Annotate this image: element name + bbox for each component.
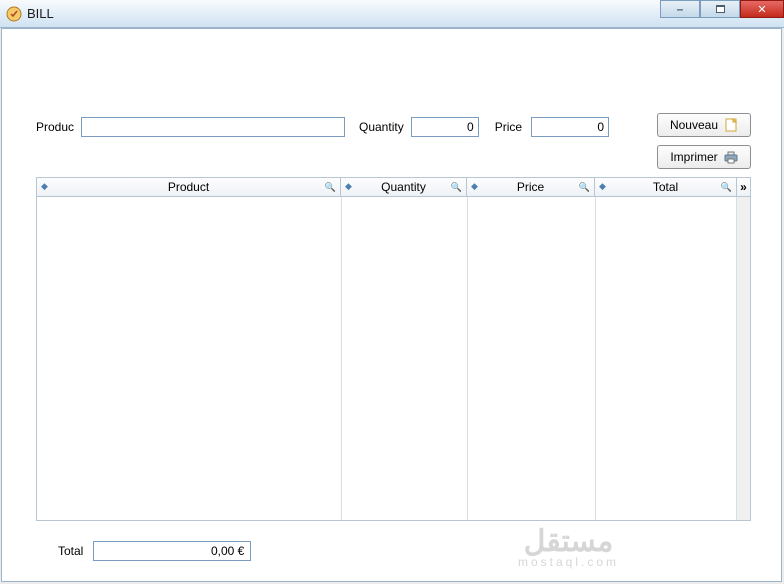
sort-icon: ◆ [41, 181, 48, 192]
new-button[interactable]: Nouveau [657, 113, 751, 137]
filter-icon[interactable]: 🔍 [579, 182, 590, 193]
filter-icon[interactable]: 🔍 [325, 182, 336, 193]
column-divider [341, 197, 342, 520]
titlebar: BILL [0, 0, 784, 28]
sort-icon: ◆ [471, 181, 478, 192]
new-button-label: Nouveau [670, 118, 718, 132]
col-header-price[interactable]: ◆ Price 🔍 [467, 178, 595, 196]
window-title: BILL [27, 6, 54, 21]
minimize-button[interactable] [660, 0, 700, 18]
column-divider [595, 197, 596, 520]
app-icon [6, 6, 22, 22]
entry-form: Produc Quantity Price [36, 115, 751, 139]
sort-icon: ◆ [599, 181, 606, 192]
price-label: Price [495, 120, 522, 134]
print-button-label: Imprimer [670, 150, 717, 164]
printer-icon [724, 150, 738, 164]
col-header-product[interactable]: ◆ Product 🔍 [37, 178, 341, 196]
col-header-quantity[interactable]: ◆ Quantity 🔍 [341, 178, 467, 196]
vertical-scrollbar[interactable] [736, 197, 750, 520]
close-button[interactable] [740, 0, 784, 18]
new-document-icon [724, 118, 738, 132]
items-table: ◆ Product 🔍 ◆ Quantity 🔍 ◆ Price 🔍 ◆ Tot… [36, 177, 751, 521]
total-label: Total [58, 544, 83, 558]
column-divider [467, 197, 468, 520]
product-input[interactable] [81, 117, 345, 137]
col-header-total[interactable]: ◆ Total 🔍 [595, 178, 736, 196]
columns-more-button[interactable] [737, 177, 751, 197]
sort-icon: ◆ [345, 181, 352, 192]
client-area: Produc Quantity Price Nouveau Imprimer [1, 28, 782, 582]
watermark: مستقل mostaql.com [518, 524, 619, 569]
total-field [93, 541, 251, 561]
print-button[interactable]: Imprimer [657, 145, 751, 169]
price-input[interactable] [531, 117, 609, 137]
filter-icon[interactable]: 🔍 [721, 182, 732, 193]
maximize-button[interactable] [700, 0, 740, 18]
quantity-label: Quantity [359, 120, 404, 134]
product-label: Produc [36, 120, 78, 134]
quantity-input[interactable] [411, 117, 479, 137]
filter-icon[interactable]: 🔍 [451, 182, 462, 193]
table-body[interactable] [36, 197, 751, 521]
